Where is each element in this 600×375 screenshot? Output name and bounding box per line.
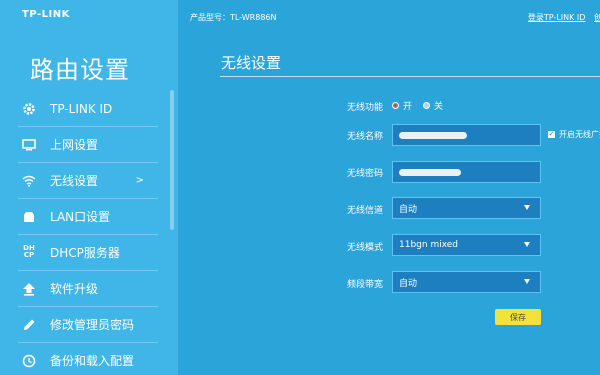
backup-icon bbox=[18, 353, 40, 369]
header-links: 登录TP-LINK ID 创建 bbox=[522, 12, 600, 23]
sidebar-item-tplink-id[interactable]: TP-LINK ID bbox=[18, 91, 158, 127]
wireless-name-label: 无线名称 bbox=[346, 132, 383, 142]
wireless-password-label: 无线密码 bbox=[346, 169, 383, 179]
radio-off-indicator bbox=[423, 102, 430, 109]
title-divider bbox=[220, 76, 600, 77]
wireless-channel-label: 无线信道 bbox=[346, 206, 383, 216]
login-tplink-id-link[interactable]: 登录TP-LINK ID bbox=[528, 13, 586, 22]
dhcp-icon: DH CP bbox=[23, 243, 35, 259]
radio-on-indicator bbox=[392, 102, 399, 109]
monitor-icon bbox=[18, 137, 40, 153]
sidebar-item-label: DHCP服务器 bbox=[50, 246, 120, 260]
sidebar-item-label: LAN口设置 bbox=[50, 210, 111, 224]
wireless-name-input[interactable] bbox=[392, 124, 541, 146]
product-model: 产品型号：TL-WR886N bbox=[190, 13, 277, 22]
sidebar-item-dhcp[interactable]: DH CP DHCP服务器 bbox=[18, 235, 158, 271]
wireless-function-label: 无线功能 bbox=[346, 103, 383, 113]
wireless-password-input[interactable] bbox=[392, 161, 541, 183]
broadcast-label: 开启无线广播 bbox=[559, 130, 600, 139]
sidebar-item-wireless[interactable]: 无线设置 > bbox=[18, 163, 158, 199]
bandwidth-value: 自动 bbox=[399, 278, 418, 289]
sidebar-item-internet[interactable]: 上网设置 bbox=[18, 127, 158, 163]
sidebar-item-lan[interactable]: LAN口设置 bbox=[18, 199, 158, 235]
lan-icon bbox=[18, 209, 40, 225]
radio-off-label: 关 bbox=[434, 102, 444, 112]
sidebar-menu: TP-LINK ID 上网设置 无线设置 > LAN口设置 DH CP DHCP服… bbox=[18, 91, 158, 375]
chevron-right-icon: > bbox=[135, 175, 144, 186]
sidebar-item-label: 上网设置 bbox=[50, 138, 99, 152]
sidebar-item-label: TP-LINK ID bbox=[50, 101, 113, 116]
wireless-mode-label: 无线模式 bbox=[346, 243, 383, 253]
create-link[interactable]: 创建 bbox=[594, 13, 600, 22]
save-button[interactable]: 保存 bbox=[495, 309, 541, 325]
top-bar: 产品型号：TL-WR886N 登录TP-LINK ID 创建 bbox=[178, 0, 600, 36]
bandwidth-label: 频段带宽 bbox=[346, 280, 383, 290]
mode-value: 11bgn mixed bbox=[399, 240, 459, 250]
redacted-password bbox=[399, 168, 461, 176]
sidebar-item-label: 备份和载入配置 bbox=[50, 354, 135, 368]
sidebar-item-backup[interactable]: 备份和载入配置 bbox=[18, 343, 158, 375]
chevron-down-icon bbox=[524, 242, 530, 247]
page-title: 无线设置 bbox=[221, 54, 282, 72]
sidebar-item-label: 软件升级 bbox=[50, 282, 99, 296]
sidebar-item-password[interactable]: 修改管理员密码 bbox=[18, 307, 158, 343]
checkbox-checked-icon: ✓ bbox=[548, 130, 555, 138]
radio-on[interactable]: 开 bbox=[392, 99, 412, 112]
wireless-mode-select[interactable]: 11bgn mixed bbox=[392, 234, 541, 256]
radio-on-label: 开 bbox=[403, 102, 413, 112]
redacted-ssid bbox=[399, 131, 467, 139]
brand-logo: TP-LINK bbox=[22, 9, 70, 20]
wifi-icon bbox=[18, 173, 40, 189]
chevron-down-icon bbox=[524, 205, 530, 210]
sidebar-scrollbar[interactable] bbox=[170, 90, 174, 230]
gear-icon bbox=[18, 101, 40, 117]
sidebar: TP-LINK 路由设置 TP-LINK ID 上网设置 无线设置 > LAN口… bbox=[0, 0, 178, 375]
bandwidth-select[interactable]: 自动 bbox=[392, 271, 541, 293]
sidebar-item-label: 修改管理员密码 bbox=[50, 318, 135, 332]
upgrade-icon bbox=[18, 281, 40, 297]
sidebar-item-upgrade[interactable]: 软件升级 bbox=[18, 271, 158, 307]
radio-off[interactable]: 关 bbox=[423, 99, 443, 112]
wireless-channel-select[interactable]: 自动 bbox=[392, 197, 541, 219]
chevron-down-icon bbox=[524, 279, 530, 284]
sidebar-title: 路由设置 bbox=[30, 56, 130, 84]
channel-value: 自动 bbox=[399, 204, 418, 215]
pencil-icon bbox=[18, 317, 40, 333]
sidebar-item-label: 无线设置 bbox=[50, 174, 99, 188]
broadcast-checkbox[interactable]: ✓ 开启无线广播 bbox=[548, 129, 600, 140]
